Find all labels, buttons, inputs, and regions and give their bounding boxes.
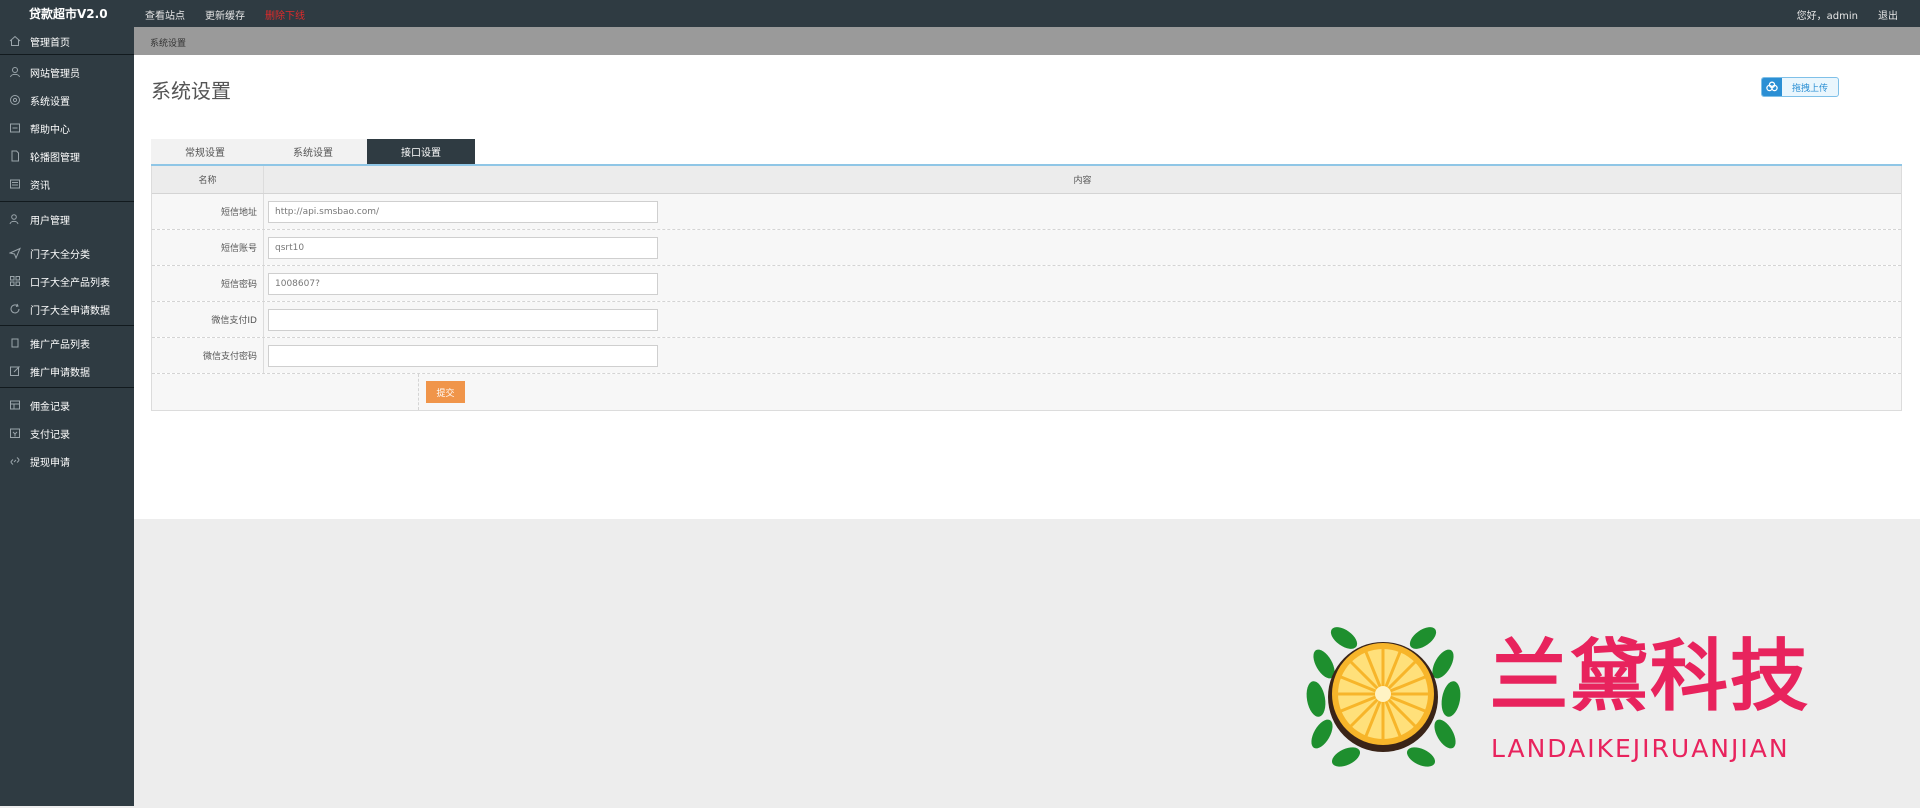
help-icon <box>9 122 21 134</box>
link-icon <box>9 455 21 467</box>
breadcrumb-current: 系统设置 <box>150 39 187 49</box>
cloud-upload-icon <box>1762 78 1782 96</box>
sidebar-item-loan-applications[interactable]: 门子大全申请数据 <box>0 298 134 320</box>
send-icon <box>9 247 21 259</box>
sms-account-input[interactable] <box>268 236 658 259</box>
sidebar-item-news[interactable]: 资讯 <box>0 173 134 195</box>
submit-row: 提交 <box>152 374 1901 410</box>
pay-icon <box>9 427 21 439</box>
sms-url-label: 短信地址 <box>152 194 264 229</box>
sidebar: 管理首页 网站管理员 系统设置 帮助中心 轮播图管理 资讯 用户管理 门子大全分… <box>0 27 134 806</box>
header-name: 名称 <box>152 166 264 193</box>
table-row: 短信账号 <box>152 230 1901 266</box>
sidebar-item-label: 用户管理 <box>30 215 70 227</box>
wechat-pay-id-input[interactable] <box>268 308 658 331</box>
sidebar-item-loan-products[interactable]: 口子大全产品列表 <box>0 270 134 292</box>
file-icon <box>9 150 21 162</box>
top-bar: 贷款超市V2.0 查看站点 更新缓存 删除下线 您好，admin 退出 <box>0 0 1920 27</box>
tab-api-settings[interactable]: 接口设置 <box>367 139 475 164</box>
sidebar-item-label: 口子大全产品列表 <box>30 277 110 289</box>
main-panel: 系统设置 拖拽上传 常规设置 系统设置 接口设置 名称 内容 短信地址 短信账号… <box>134 55 1920 519</box>
sms-password-label: 短信密码 <box>152 266 264 301</box>
news-icon <box>9 178 21 190</box>
sidebar-item-carousel[interactable]: 轮播图管理 <box>0 145 134 167</box>
user-greeting: 您好，admin <box>1796 11 1858 22</box>
sidebar-item-label: 推广申请数据 <box>30 367 90 379</box>
table-icon <box>9 399 21 411</box>
refresh-icon <box>9 303 21 315</box>
sidebar-item-system-settings[interactable]: 系统设置 <box>0 89 134 111</box>
clear-cache-link[interactable]: 更新缓存 <box>205 7 245 22</box>
tab-general-settings[interactable]: 常规设置 <box>151 139 259 164</box>
sms-url-input[interactable] <box>268 200 658 223</box>
grid-icon <box>9 275 21 287</box>
sidebar-item-users[interactable]: 用户管理 <box>0 208 134 230</box>
table-header-row: 名称 内容 <box>152 166 1901 194</box>
sidebar-item-label: 佣金记录 <box>30 401 70 413</box>
sidebar-item-label: 帮助中心 <box>30 124 70 136</box>
watermark-logo: 兰黛科技 LANDAIKEJIRUANJIAN <box>1296 614 1886 774</box>
submit-button[interactable]: 提交 <box>426 381 465 403</box>
breadcrumb: 系统设置 <box>134 27 1920 55</box>
sidebar-divider <box>0 325 134 326</box>
sidebar-item-promo-applications[interactable]: 推广申请数据 <box>0 360 134 382</box>
top-nav: 查看站点 更新缓存 删除下线 <box>145 7 305 22</box>
table-row: 短信地址 <box>152 194 1901 230</box>
drag-upload-button[interactable]: 拖拽上传 <box>1761 77 1839 97</box>
users-icon <box>9 213 21 225</box>
sidebar-item-label: 门子大全分类 <box>30 249 90 261</box>
sidebar-item-label: 支付记录 <box>30 429 70 441</box>
settings-tabs: 常规设置 系统设置 接口设置 <box>151 139 475 164</box>
home-icon <box>9 35 21 47</box>
sidebar-item-withdrawals[interactable]: 提现申请 <box>0 450 134 472</box>
watermark-title: 兰黛科技 <box>1490 631 1811 722</box>
sidebar-item-label: 管理首页 <box>30 37 70 49</box>
sidebar-item-label: 门子大全申请数据 <box>30 305 110 317</box>
sidebar-divider <box>0 387 134 388</box>
square-icon <box>9 337 21 349</box>
wechat-pay-id-label: 微信支付ID <box>152 302 264 337</box>
delete-offline-link[interactable]: 删除下线 <box>265 7 305 22</box>
sidebar-divider <box>0 54 134 55</box>
sms-password-input[interactable] <box>268 272 658 295</box>
tab-system-settings[interactable]: 系统设置 <box>259 139 367 164</box>
page-title: 系统设置 <box>151 79 231 103</box>
table-row: 微信支付密码 <box>152 338 1901 374</box>
wechat-pay-password-input[interactable] <box>268 344 658 367</box>
settings-form-table: 名称 内容 短信地址 短信账号 短信密码 微信支付ID 微信支付密码 提交 <box>151 166 1902 411</box>
edit-icon <box>9 365 21 377</box>
sidebar-divider <box>0 201 134 202</box>
sidebar-item-label: 网站管理员 <box>30 68 80 80</box>
orange-wreath-logo <box>1306 627 1461 767</box>
sidebar-item-home[interactable]: 管理首页 <box>0 30 134 52</box>
wechat-pay-password-label: 微信支付密码 <box>152 338 264 373</box>
header-content: 内容 <box>1073 176 1092 186</box>
sms-account-label: 短信账号 <box>152 230 264 265</box>
user-area: 您好，admin 退出 <box>1797 7 1898 22</box>
sidebar-item-label: 资讯 <box>30 180 50 192</box>
upload-label: 拖拽上传 <box>1791 83 1828 94</box>
sidebar-item-label: 轮播图管理 <box>30 152 80 164</box>
sidebar-item-loan-categories[interactable]: 门子大全分类 <box>0 242 134 264</box>
logout-link[interactable]: 退出 <box>1878 7 1898 22</box>
brand-title: 贷款超市V2.0 <box>29 7 108 21</box>
watermark-subtitle: LANDAIKEJIRUANJIAN <box>1491 734 1790 763</box>
sidebar-item-payments[interactable]: 支付记录 <box>0 422 134 444</box>
table-row: 微信支付ID <box>152 302 1901 338</box>
sidebar-item-label: 推广产品列表 <box>30 339 90 351</box>
sidebar-item-promo-products[interactable]: 推广产品列表 <box>0 332 134 354</box>
gear-icon <box>9 94 21 106</box>
sidebar-item-label: 系统设置 <box>30 96 70 108</box>
view-site-link[interactable]: 查看站点 <box>145 7 185 22</box>
sidebar-item-admins[interactable]: 网站管理员 <box>0 61 134 83</box>
user-icon <box>9 66 21 78</box>
table-row: 短信密码 <box>152 266 1901 302</box>
sidebar-item-commission[interactable]: 佣金记录 <box>0 394 134 416</box>
sidebar-item-help[interactable]: 帮助中心 <box>0 117 134 139</box>
sidebar-item-label: 提现申请 <box>30 457 70 469</box>
